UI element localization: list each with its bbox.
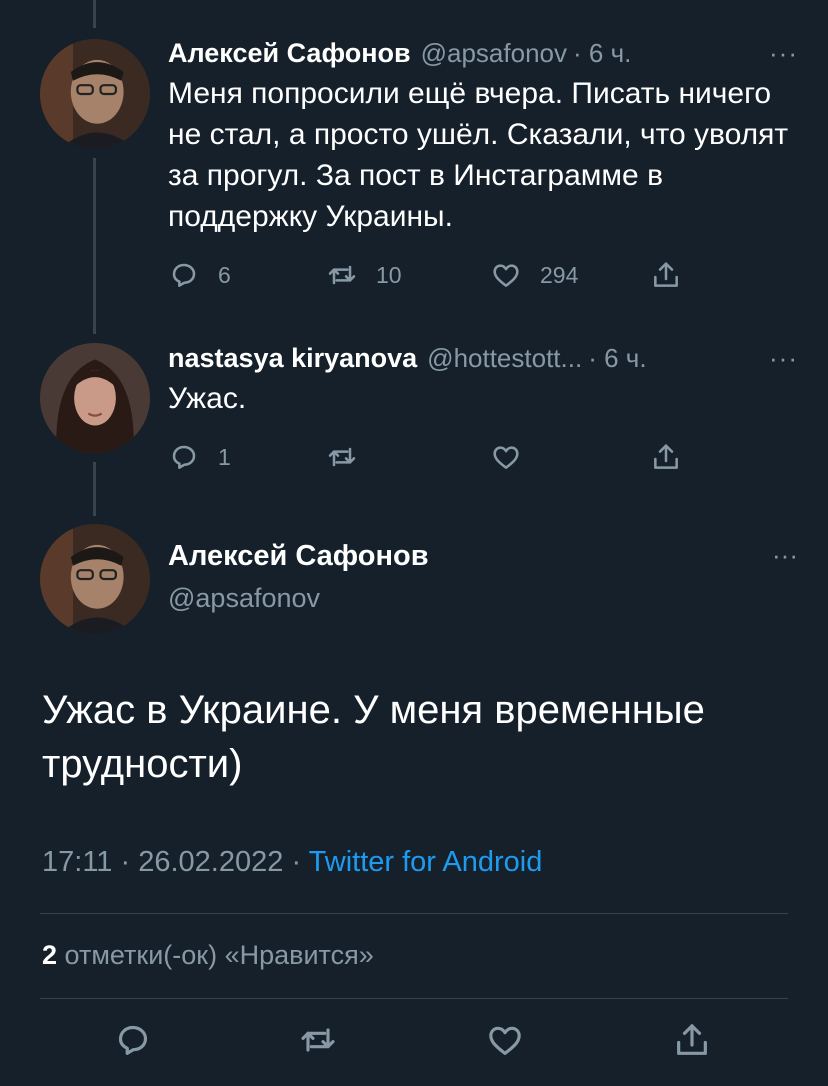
share-button[interactable]: [672, 1020, 712, 1060]
main-tweet-actions: [0, 1020, 828, 1070]
author-name[interactable]: Алексей Сафонов: [168, 540, 429, 573]
avatar[interactable]: [40, 524, 150, 634]
like-count: 294: [540, 261, 579, 288]
author-handle[interactable]: @hottestott...: [427, 343, 582, 374]
likes-count: 2: [42, 940, 58, 970]
likes-label: отметки(-ок) «Нравится»: [64, 940, 374, 970]
author-handle[interactable]: @apsafonov: [168, 583, 320, 614]
tweet-date: 26.02.2022: [138, 846, 284, 878]
retweet-icon: [328, 447, 356, 467]
meta-separator: ·: [120, 846, 131, 878]
tweet-time[interactable]: · 6 ч.: [588, 343, 646, 374]
thread-line-2: [93, 462, 96, 516]
likes-summary[interactable]: 2 отметки(-ок) «Нравится»: [42, 940, 374, 971]
tweet-actions: 6 10 294: [168, 259, 798, 299]
tweet-header: nastasya kiryanova @hottestott... · 6 ч.: [168, 343, 798, 374]
thread-line-top: [93, 0, 96, 28]
more-icon[interactable]: ···: [769, 38, 798, 69]
more-icon[interactable]: ···: [769, 343, 798, 374]
tweet-time[interactable]: · 6 ч.: [573, 38, 631, 69]
more-icon[interactable]: ···: [772, 540, 798, 571]
reply-count: 6: [218, 261, 231, 288]
meta-separator: ·: [291, 846, 302, 878]
reply-button[interactable]: 6: [168, 259, 231, 291]
avatar[interactable]: [40, 39, 150, 149]
reply-icon: [118, 1025, 148, 1055]
tweet-actions: 1: [168, 441, 798, 481]
retweet-icon: [328, 265, 356, 285]
tweet-meta: 17:11 · 26.02.2022 · Twitter for Android: [42, 846, 542, 879]
reply-count: 1: [218, 443, 231, 470]
reply-icon: [172, 263, 196, 287]
reply-button[interactable]: 1: [168, 441, 231, 473]
divider: [40, 998, 788, 999]
tweet-time: 17:11: [42, 846, 113, 878]
author-handle[interactable]: @apsafonov: [421, 38, 567, 69]
share-icon: [677, 1024, 707, 1055]
reply-tweet[interactable]: nastasya kiryanova @hottestott... · 6 ч.…: [168, 343, 798, 481]
author-name[interactable]: Алексей Сафонов: [168, 38, 411, 69]
retweet-button[interactable]: [298, 1020, 338, 1060]
avatar[interactable]: [40, 343, 150, 453]
divider: [40, 913, 788, 914]
main-tweet-text: Ужас в Украине. У меня временные труднос…: [42, 688, 705, 786]
like-button[interactable]: 294: [490, 259, 578, 291]
retweet-icon: [301, 1028, 335, 1052]
thread-line-1: [93, 158, 96, 334]
share-button[interactable]: [650, 259, 682, 291]
share-icon: [654, 444, 678, 469]
tweet-header: Алексей Сафонов @apsafonov · 6 ч.: [168, 38, 798, 69]
author-name[interactable]: nastasya kiryanova: [168, 343, 417, 374]
like-button[interactable]: [485, 1020, 525, 1060]
source-link[interactable]: Twitter for Android: [309, 846, 543, 878]
share-icon: [654, 262, 678, 287]
retweet-button[interactable]: 10: [326, 259, 402, 291]
retweet-count: 10: [376, 261, 402, 288]
retweet-button[interactable]: [326, 441, 376, 473]
like-icon: [493, 264, 519, 287]
tweet-text: Меня попросили ещё вчера. Писать ничего …: [168, 77, 789, 233]
reply-icon: [172, 445, 196, 469]
like-button[interactable]: [490, 441, 540, 473]
reply-button[interactable]: [113, 1020, 153, 1060]
tweet-text: Ужас.: [168, 382, 247, 415]
like-icon: [489, 1026, 521, 1055]
reply-tweet[interactable]: Алексей Сафонов @apsafonov · 6 ч. ··· Ме…: [168, 38, 798, 299]
share-button[interactable]: [650, 441, 682, 473]
like-icon: [493, 446, 519, 469]
